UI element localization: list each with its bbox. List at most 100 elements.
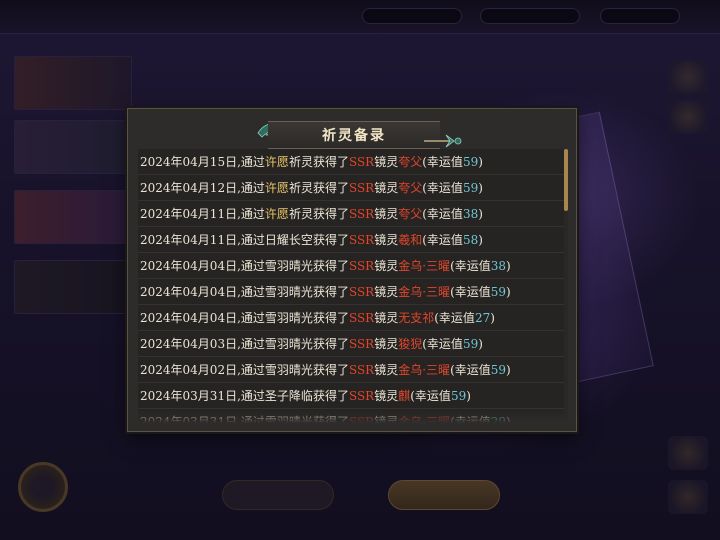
record-prefix: 通过 <box>240 181 265 195</box>
record-rarity: SSR <box>348 311 375 325</box>
record-close-paren: ) <box>478 337 483 351</box>
record-kind: 镜灵 <box>374 285 399 299</box>
wish-record-dialog: 祈灵备录 2024年04月15日,通过许愿祈灵获得了SSR镜灵夸父(幸运值59)… <box>127 108 577 432</box>
record-kind: 镜灵 <box>374 363 399 377</box>
record-luck-value: 58 <box>462 233 479 247</box>
record-close-paren: ) <box>478 233 483 247</box>
record-luck-label: (幸运值 <box>422 155 463 169</box>
record-close-paren: ) <box>478 181 483 195</box>
record-source: 日耀长空 <box>264 233 313 247</box>
record-source-suffix: 获得了 <box>312 389 349 403</box>
record-row: 2024年04月04日,通过雪羽晴光获得了SSR镜灵无支祁(幸运值27) <box>138 305 566 331</box>
record-prefix: 通过 <box>240 207 265 221</box>
record-source-suffix: 获得了 <box>312 233 349 247</box>
record-source: 许愿 <box>264 207 289 221</box>
dialog-title-bar: 祈灵备录 <box>128 117 576 153</box>
record-close-paren: ) <box>490 311 495 325</box>
record-date: 2024年04月04日, <box>140 311 241 325</box>
record-date: 2024年04月15日, <box>140 155 241 169</box>
record-luck-value: 59 <box>490 285 507 299</box>
record-kind: 镜灵 <box>374 337 399 351</box>
record-prefix: 通过 <box>240 311 265 325</box>
record-kind: 镜灵 <box>374 181 399 195</box>
record-luck-label: (幸运值 <box>410 389 451 403</box>
record-prefix: 通过 <box>240 155 265 169</box>
record-source: 雪羽晴光 <box>264 311 313 325</box>
record-kind: 镜灵 <box>374 233 399 247</box>
record-row: 2024年04月11日,通过许愿祈灵获得了SSR镜灵夸父(幸运值38) <box>138 201 566 227</box>
record-rarity: SSR <box>348 181 375 195</box>
record-close-paren: ) <box>506 363 511 377</box>
record-source: 雪羽晴光 <box>264 259 313 273</box>
record-close-paren: ) <box>506 285 511 299</box>
record-rarity: SSR <box>348 285 375 299</box>
record-luck-value: 27 <box>474 311 491 325</box>
record-kind: 镜灵 <box>374 415 399 423</box>
record-spirit-name: 夸父 <box>398 155 423 169</box>
record-date: 2024年03月31日, <box>140 389 241 403</box>
record-spirit-name: 金乌·三曜 <box>398 415 451 423</box>
record-row: 2024年04月04日,通过雪羽晴光获得了SSR镜灵金乌·三曜(幸运值38) <box>138 253 566 279</box>
record-spirit-name: 夸父 <box>398 207 423 221</box>
record-source: 圣子降临 <box>264 389 313 403</box>
record-spirit-name: 狻猊 <box>398 337 423 351</box>
sword-ornament-icon <box>424 134 462 148</box>
record-source-suffix: 获得了 <box>312 415 349 423</box>
record-kind: 镜灵 <box>374 311 399 325</box>
record-source: 雪羽晴光 <box>264 285 313 299</box>
record-row: 2024年04月02日,通过雪羽晴光获得了SSR镜灵金乌·三曜(幸运值59) <box>138 357 566 383</box>
record-luck-value: 59 <box>462 155 479 169</box>
record-source-suffix: 获得了 <box>312 285 349 299</box>
record-source-suffix: 获得了 <box>312 259 349 273</box>
record-date: 2024年04月03日, <box>140 337 241 351</box>
record-date: 2024年03月31日, <box>140 415 241 423</box>
record-row: 2024年04月03日,通过雪羽晴光获得了SSR镜灵狻猊(幸运值59) <box>138 331 566 357</box>
dialog-title: 祈灵备录 <box>322 128 386 144</box>
record-spirit-name: 夸父 <box>398 181 423 195</box>
record-source-suffix: 祈灵获得了 <box>288 181 349 195</box>
record-rarity: SSR <box>348 155 375 169</box>
record-row: 2024年04月11日,通过日耀长空获得了SSR镜灵羲和(幸运值58) <box>138 227 566 253</box>
record-spirit-name: 金乌·三曜 <box>398 363 451 377</box>
record-spirit-name: 无支祁 <box>398 311 435 325</box>
record-luck-value: 38 <box>462 207 479 221</box>
scrollbar[interactable] <box>564 149 568 419</box>
record-close-paren: ) <box>478 207 483 221</box>
record-luck-label: (幸运值 <box>422 181 463 195</box>
record-prefix: 通过 <box>240 259 265 273</box>
record-date: 2024年04月04日, <box>140 259 241 273</box>
record-kind: 镜灵 <box>374 259 399 273</box>
record-row: 2024年03月31日,通过雪羽晴光获得了SSR镜灵金乌·三曜(幸运值29) <box>138 409 566 423</box>
record-rarity: SSR <box>348 389 375 403</box>
record-source-suffix: 获得了 <box>312 363 349 377</box>
record-luck-value: 59 <box>462 337 479 351</box>
record-luck-label: (幸运值 <box>422 207 463 221</box>
record-kind: 镜灵 <box>374 207 399 221</box>
record-source-suffix: 获得了 <box>312 311 349 325</box>
record-prefix: 通过 <box>240 363 265 377</box>
record-date: 2024年04月11日, <box>140 233 241 247</box>
record-close-paren: ) <box>478 155 483 169</box>
record-luck-label: (幸运值 <box>450 363 491 377</box>
record-source-suffix: 祈灵获得了 <box>288 207 349 221</box>
record-list[interactable]: 2024年04月15日,通过许愿祈灵获得了SSR镜灵夸父(幸运值59) 2024年… <box>138 149 566 423</box>
record-date: 2024年04月04日, <box>140 285 241 299</box>
record-spirit-name: 麒 <box>398 389 411 403</box>
record-rarity: SSR <box>348 233 375 247</box>
record-close-paren: ) <box>506 415 511 423</box>
record-source: 雪羽晴光 <box>264 415 313 423</box>
record-prefix: 通过 <box>240 337 265 351</box>
record-luck-label: (幸运值 <box>422 233 463 247</box>
scrollbar-thumb[interactable] <box>564 149 568 211</box>
record-kind: 镜灵 <box>374 155 399 169</box>
record-luck-label: (幸运值 <box>422 337 463 351</box>
record-row: 2024年03月31日,通过圣子降临获得了SSR镜灵麒(幸运值59) <box>138 383 566 409</box>
record-luck-label: (幸运值 <box>450 415 491 423</box>
record-source-suffix: 祈灵获得了 <box>288 155 349 169</box>
record-date: 2024年04月02日, <box>140 363 241 377</box>
record-luck-label: (幸运值 <box>450 259 491 273</box>
record-spirit-name: 羲和 <box>398 233 423 247</box>
record-date: 2024年04月12日, <box>140 181 241 195</box>
record-row: 2024年04月12日,通过许愿祈灵获得了SSR镜灵夸父(幸运值59) <box>138 175 566 201</box>
record-rarity: SSR <box>348 337 375 351</box>
